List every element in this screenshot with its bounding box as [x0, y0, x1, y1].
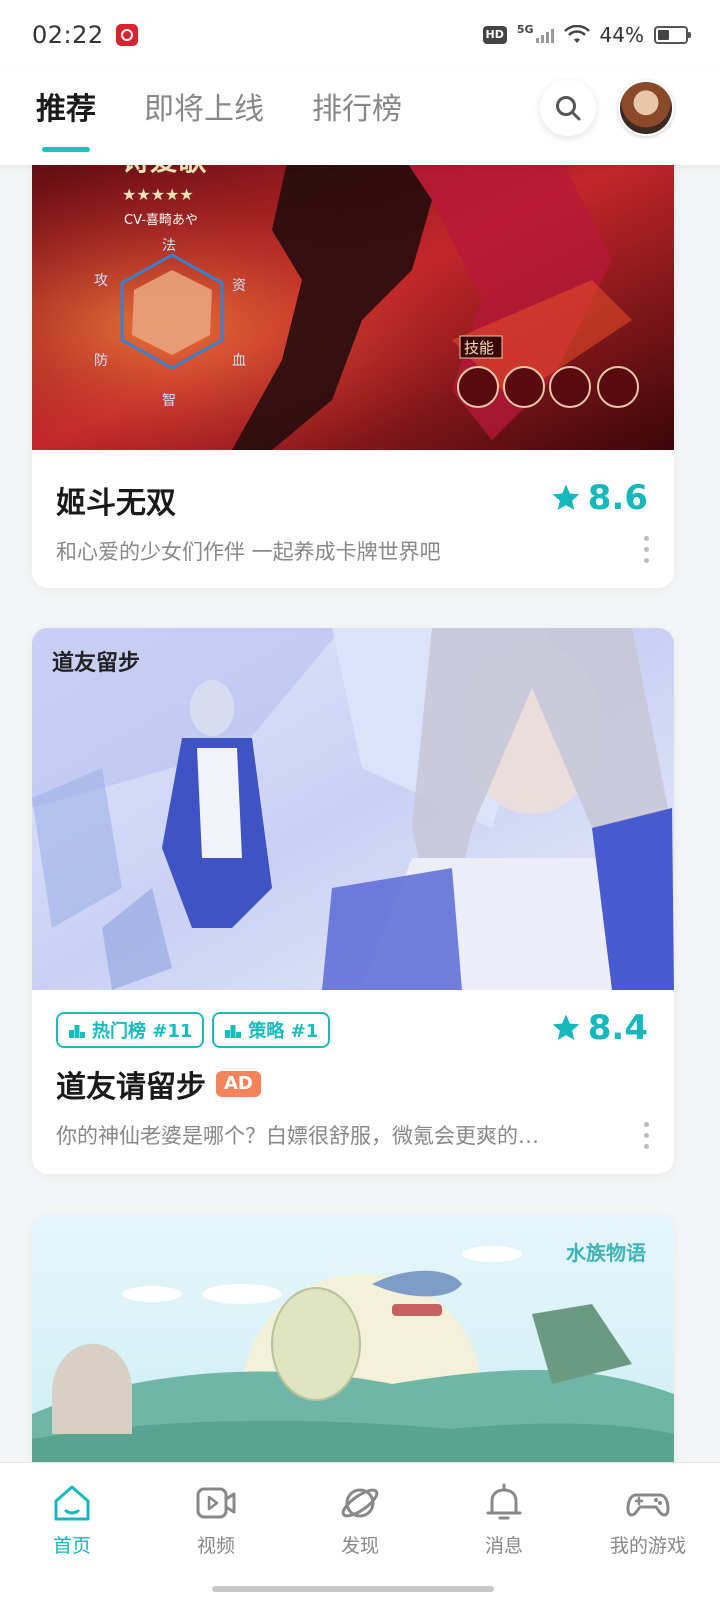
banner-skill: 技能 — [464, 339, 494, 357]
bottom-nav-video[interactable]: 视频 — [146, 1481, 286, 1600]
signal-icon — [535, 27, 554, 43]
tag-label: 策略 #1 — [248, 1021, 319, 1042]
game-rating: 8.4 — [550, 1008, 648, 1048]
game-card-daoyou[interactable]: 道友留步 热门榜 #11 策略 #1 道友请留步 AD 你的神仙老婆是哪个？白嫖… — [32, 628, 674, 1174]
planet-icon — [341, 1488, 379, 1518]
game-title-text: 道友请留步 — [56, 1070, 206, 1105]
home-indicator[interactable] — [212, 1586, 494, 1592]
tab-coming-soon[interactable]: 即将上线 — [144, 88, 264, 132]
game-banner-image[interactable]: 水族物语 — [32, 1214, 674, 1462]
bottom-nav-label: 我的游戏 — [609, 1535, 686, 1557]
tag-hot-rank[interactable]: 热门榜 #11 — [56, 1012, 205, 1048]
bottom-nav-discover[interactable]: 发现 — [290, 1481, 430, 1600]
stat-magic: 法 — [162, 238, 176, 254]
wifi-icon — [563, 25, 590, 43]
hd-icon: HD — [482, 26, 507, 44]
battery-icon — [654, 26, 691, 44]
more-options-icon[interactable] — [644, 536, 650, 563]
bottom-nav-messages[interactable]: 消息 — [434, 1481, 574, 1600]
banner-logo: 水族物语 — [566, 1241, 646, 1265]
banner-cv: CV-喜畸あや — [124, 213, 198, 228]
search-icon — [556, 96, 581, 121]
bottom-nav: 首页 视频 发现 消息 我的游戏 — [0, 1462, 720, 1600]
rating-value: 8.6 — [587, 478, 648, 518]
nav-tabs: 推荐 即将上线 排行榜 — [36, 88, 402, 152]
svg-text:★★★★★: ★★★★★ — [122, 185, 194, 204]
stat-attack: 攻 — [94, 273, 108, 289]
tab-recommend[interactable]: 推荐 — [36, 88, 96, 152]
status-bar: 02:22 HD 5G 44% — [0, 0, 720, 70]
game-title: 道友请留步 AD — [56, 1062, 650, 1106]
avatar[interactable] — [618, 80, 674, 136]
search-button[interactable] — [540, 80, 596, 136]
bottom-nav-my-games[interactable]: 我的游戏 — [578, 1481, 718, 1600]
game-description: 你的神仙老婆是哪个？白嫖很舒服，微氪会更爽的… — [56, 1124, 539, 1148]
podium-icon — [225, 1025, 242, 1038]
bell-icon — [486, 1483, 522, 1520]
bottom-nav-home[interactable]: 首页 — [2, 1481, 142, 1600]
network-type: 5G — [516, 22, 534, 36]
status-time: 02:22 — [32, 21, 104, 49]
battery-percent: 44% — [599, 23, 644, 47]
home-icon — [54, 1485, 90, 1521]
gamepad-icon — [626, 1493, 670, 1517]
tag-strategy-rank[interactable]: 策略 #1 — [212, 1012, 331, 1048]
star-icon — [552, 484, 580, 510]
ad-badge: AD — [216, 1071, 261, 1097]
stat-intel: 智 — [162, 393, 176, 409]
stat-defense: 防 — [94, 353, 108, 369]
stat-hp: 血 — [232, 353, 246, 369]
top-nav: 推荐 即将上线 排行榜 — [0, 70, 720, 165]
bottom-nav-label: 发现 — [340, 1535, 379, 1557]
game-description: 和心爱的少女们作伴 一起养成卡牌世界吧 — [56, 540, 441, 564]
banner-logo: 道友留步 — [52, 650, 140, 676]
bottom-nav-label: 首页 — [52, 1535, 91, 1557]
netease-music-notification-icon — [115, 24, 138, 46]
video-icon — [196, 1487, 236, 1519]
game-banner-image[interactable]: 诗爱歌 ★★★★★ CV-喜畸あや 法 攻 防 智 血 资 技能 — [32, 140, 674, 450]
tag-label: 热门榜 #11 — [92, 1021, 193, 1042]
stat-resource: 资 — [232, 278, 246, 294]
game-banner-image[interactable]: 道友留步 — [32, 628, 674, 990]
tab-ranking[interactable]: 排行榜 — [312, 88, 402, 132]
game-card-jidou[interactable]: 诗爱歌 ★★★★★ CV-喜畸あや 法 攻 防 智 血 资 技能 姬斗无双 和心… — [32, 140, 674, 588]
podium-icon — [69, 1025, 85, 1038]
game-card-shuizu[interactable]: 水族物语 — [32, 1214, 674, 1462]
star-icon — [552, 1014, 580, 1040]
game-rating: 8.6 — [550, 478, 648, 518]
bottom-nav-label: 视频 — [196, 1535, 235, 1557]
more-options-icon[interactable] — [644, 1122, 650, 1149]
rating-value: 8.4 — [587, 1008, 648, 1048]
bottom-nav-label: 消息 — [484, 1535, 523, 1557]
